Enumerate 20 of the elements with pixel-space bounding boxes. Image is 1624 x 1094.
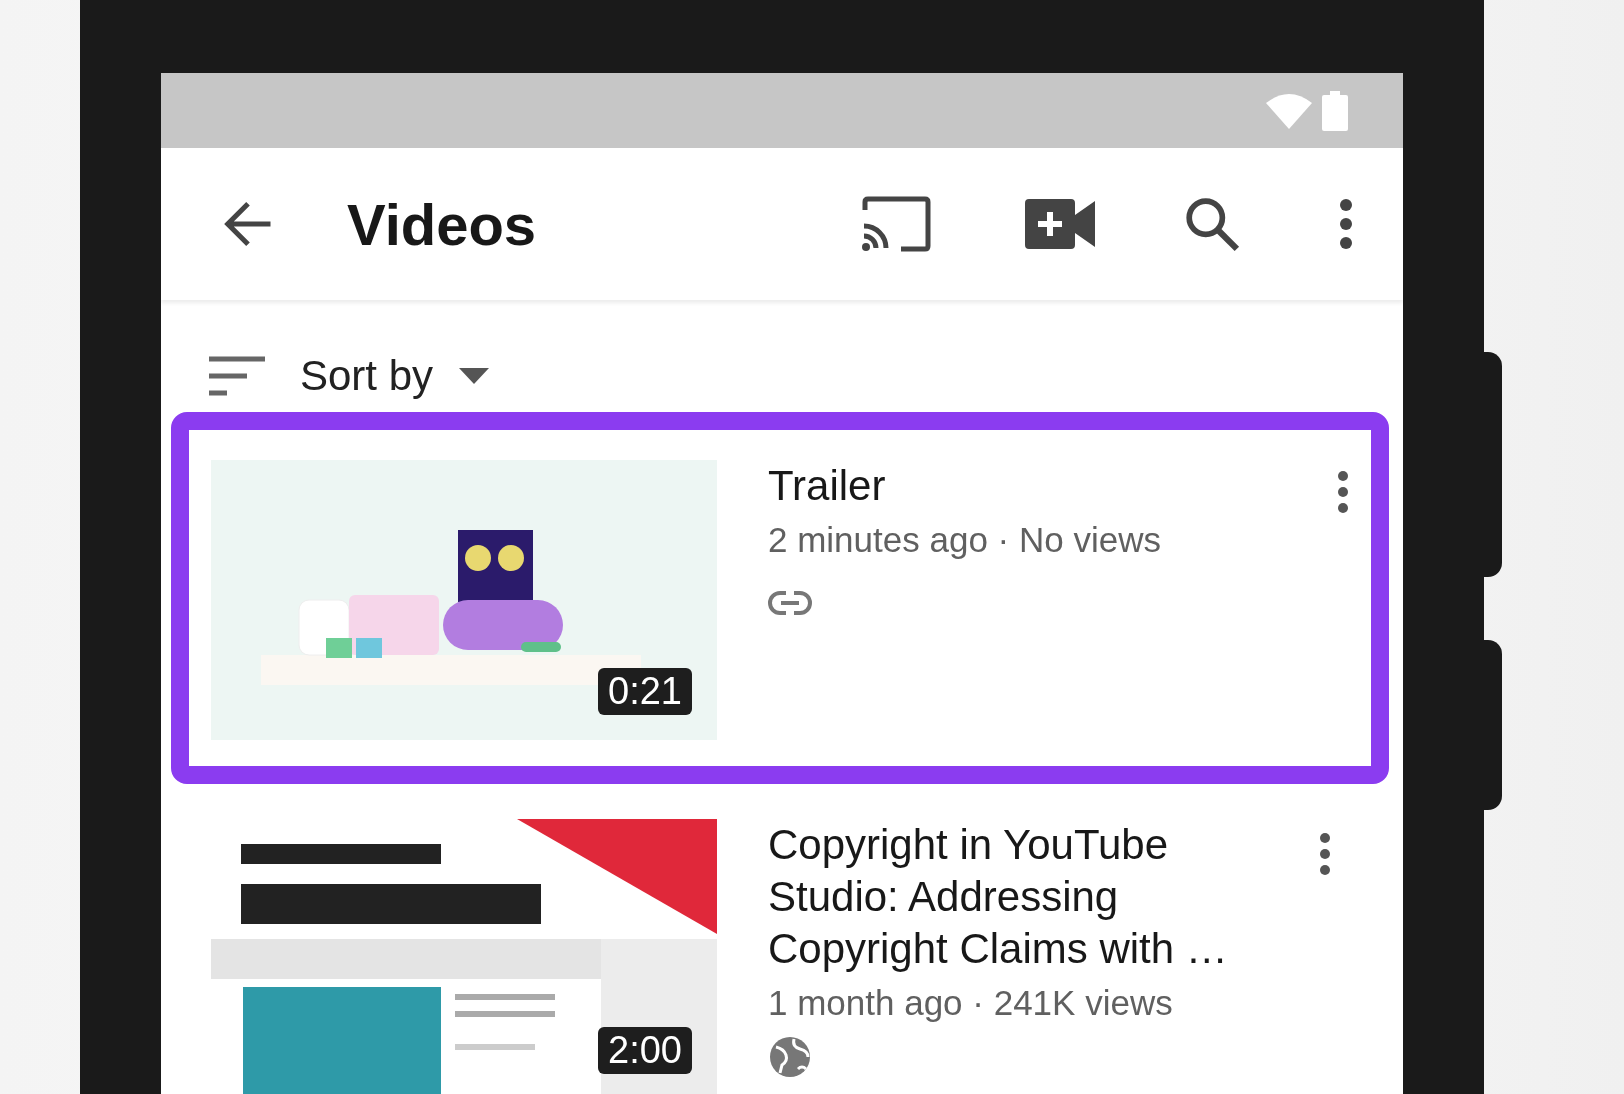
video-camera-plus-icon[interactable] [1025,199,1095,249]
battery-icon [1322,90,1348,131]
video-meta: 1 month ago · 241K views [768,983,1173,1023]
more-options-icon[interactable] [1319,832,1331,876]
video-title[interactable]: Trailer [768,460,886,512]
video-row[interactable]: 2:00 Copyright in YouTube Studio: Addressing Copyright Claims with … 1 month ago · 241K views [171,786,1389,1094]
search-icon[interactable] [1183,195,1241,253]
video-row[interactable]: 0:21 Trailer 2 minutes ago · No views [171,412,1389,784]
cast-icon[interactable] [861,196,931,252]
more-options-icon[interactable] [1337,470,1349,514]
video-title[interactable]: Copyright in YouTube Studio: Addressing Copyright Claims with … [768,819,1268,975]
more-options-icon[interactable] [1339,198,1353,250]
sort-by-dropdown[interactable]: Sort by [300,352,490,400]
page-title: Videos [347,190,537,258]
video-meta: 2 minutes ago · No views [768,520,1161,560]
caret-icon [459,368,490,384]
duration-badge: 0:21 [598,668,692,715]
duration-badge: 2:00 [598,1027,692,1074]
wifi-icon [1266,92,1312,129]
sort-icon[interactable] [208,356,266,396]
